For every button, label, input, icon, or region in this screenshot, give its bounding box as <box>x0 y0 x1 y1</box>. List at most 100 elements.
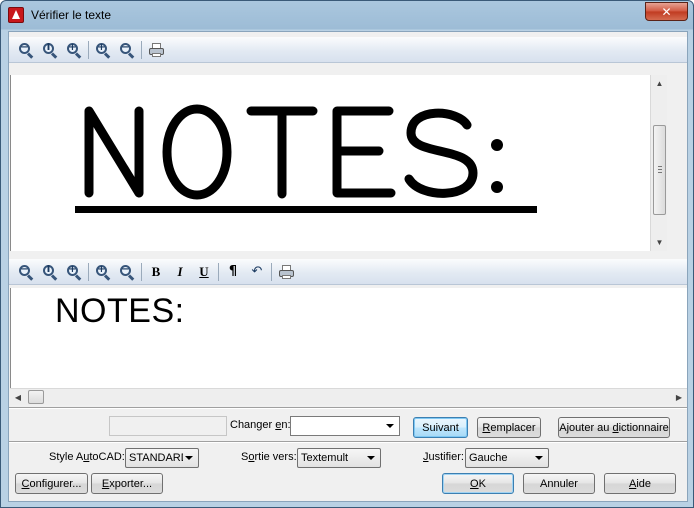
help-button-label: Aide <box>628 477 652 490</box>
toolbar-separator <box>141 262 142 281</box>
underline-bar <box>75 206 537 213</box>
toolbar-separator <box>218 262 219 281</box>
scroll-left-arrow-icon[interactable]: ◀ <box>10 389 26 405</box>
text-horizontal-scrollbar[interactable]: ◀ ▶ <box>10 388 687 405</box>
configure-button[interactable]: Configurer... <box>15 473 88 494</box>
underline-icon: U <box>199 263 209 279</box>
zoom-out-small-icon: − <box>120 264 135 281</box>
title-bar[interactable]: Vérifier le texte ✕ <box>1 1 693 29</box>
print-icon <box>278 264 294 279</box>
text-zoom-fit-button[interactable]: I <box>39 262 61 282</box>
add-to-dictionary-button[interactable]: Ajouter au dictionnaire <box>558 417 670 438</box>
help-button[interactable]: Aide <box>604 473 676 494</box>
autocad-app-icon <box>8 7 24 23</box>
zoom-window-icon: + <box>67 42 82 59</box>
zoom-in-icon: + <box>96 264 111 281</box>
next-button-label: Suivant <box>422 421 459 434</box>
dialog-window: Vérifier le texte ✕ − I + + − ▲ ▼ − I + … <box>0 0 694 508</box>
autocad-style-select[interactable]: STANDARD <box>125 448 199 468</box>
scroll-right-arrow-icon[interactable]: ▶ <box>671 389 687 405</box>
italic-button[interactable]: I <box>169 262 191 282</box>
ok-button-label: OK <box>470 477 486 490</box>
scroll-thumb[interactable] <box>28 390 44 404</box>
scroll-up-arrow-icon[interactable]: ▲ <box>651 75 668 92</box>
colon-dot-bottom <box>491 181 503 193</box>
justify-select[interactable]: Gauche <box>465 448 549 468</box>
text-print-button[interactable] <box>275 262 297 282</box>
image-vertical-scrollbar[interactable]: ▲ ▼ <box>650 75 667 251</box>
autocad-style-label: Style AutoCAD: <box>49 451 125 463</box>
justify-value: Gauche <box>469 452 508 464</box>
scanned-text-image <box>75 104 537 213</box>
zoom-out-small-button[interactable]: − <box>116 40 138 60</box>
change-to-combobox[interactable] <box>290 416 400 436</box>
pane-right-edge <box>667 75 687 251</box>
zoom-fit-icon: I <box>43 42 58 59</box>
export-button[interactable]: Exporter... <box>91 473 163 494</box>
justify-label: Justifier: <box>423 451 464 463</box>
glyph-t <box>246 106 318 199</box>
add-to-dictionary-label: Ajouter au dictionnaire <box>559 421 669 434</box>
dialog-client-area: − I + + − ▲ ▼ − I + + − B I U ¶ ↶ NOTES:… <box>8 31 688 502</box>
toolbar-separator <box>88 40 89 59</box>
autocad-style-value: STANDARD <box>129 452 183 464</box>
change-to-label: Changer en: <box>230 419 291 431</box>
text-zoom-out-small-button[interactable]: − <box>116 262 138 282</box>
zoom-out-icon: − <box>19 264 34 281</box>
recognized-text-editor[interactable]: NOTES: <box>10 288 687 388</box>
underline-button[interactable]: U <box>193 262 215 282</box>
zoom-fit-button[interactable]: I <box>39 40 61 60</box>
bold-icon: B <box>151 263 161 279</box>
next-button[interactable]: Suivant <box>413 417 468 438</box>
output-to-select[interactable]: Textemult <box>297 448 381 468</box>
output-to-value: Textemult <box>301 452 349 464</box>
zoom-fit-icon: I <box>43 264 58 281</box>
zoom-window-button[interactable]: + <box>63 40 85 60</box>
zoom-in-button[interactable]: + <box>92 40 114 60</box>
scroll-thumb[interactable] <box>653 125 666 215</box>
chevron-down-icon[interactable] <box>367 456 375 460</box>
divider <box>9 441 687 443</box>
toolbar-separator <box>271 262 272 281</box>
zoom-out-icon: − <box>19 42 34 59</box>
text-zoom-out-button[interactable]: − <box>15 262 37 282</box>
undo-button[interactable]: ↶ <box>246 262 268 282</box>
paragraph-icon: ¶ <box>228 264 238 279</box>
ok-button[interactable]: OK <box>442 473 514 494</box>
misspelled-word-field <box>109 416 227 436</box>
glyph-s <box>404 108 478 198</box>
chevron-down-icon[interactable] <box>185 456 193 460</box>
undo-icon: ↶ <box>251 264 263 279</box>
text-zoom-window-button[interactable]: + <box>63 262 85 282</box>
italic-icon: I <box>177 263 183 279</box>
zoom-window-icon: + <box>67 264 82 281</box>
glyph-e <box>332 106 396 198</box>
cancel-button-label: Annuler <box>540 477 578 490</box>
print-button[interactable] <box>145 40 167 60</box>
scroll-down-arrow-icon[interactable]: ▼ <box>651 234 668 251</box>
colon-dot-top <box>491 139 503 151</box>
chevron-down-icon[interactable] <box>386 424 394 428</box>
output-to-label: Sortie vers: <box>241 451 297 463</box>
text-zoom-in-button[interactable]: + <box>92 262 114 282</box>
replace-button-label: Remplacer <box>482 421 536 434</box>
toolbar-separator <box>141 40 142 59</box>
image-toolbar: − I + + − <box>9 37 687 63</box>
bold-button[interactable]: B <box>145 262 167 282</box>
paragraph-button[interactable]: ¶ <box>222 262 244 282</box>
zoom-in-icon: + <box>96 42 111 59</box>
toolbar-separator <box>88 262 89 281</box>
chevron-down-icon[interactable] <box>535 456 543 460</box>
recognized-text[interactable]: NOTES: <box>55 292 185 331</box>
close-button[interactable]: ✕ <box>645 2 688 21</box>
window-title: Vérifier le texte <box>31 8 112 22</box>
zoom-out-button[interactable]: − <box>15 40 37 60</box>
close-icon: ✕ <box>661 4 672 19</box>
zoom-out-small-icon: − <box>120 42 135 59</box>
configure-button-label: Configurer... <box>21 477 82 490</box>
export-button-label: Exporter... <box>101 477 153 490</box>
replace-button[interactable]: Remplacer <box>477 417 541 438</box>
scanned-image-pane[interactable] <box>10 75 650 251</box>
cancel-button[interactable]: Annuler <box>523 473 595 494</box>
print-icon <box>148 42 164 57</box>
